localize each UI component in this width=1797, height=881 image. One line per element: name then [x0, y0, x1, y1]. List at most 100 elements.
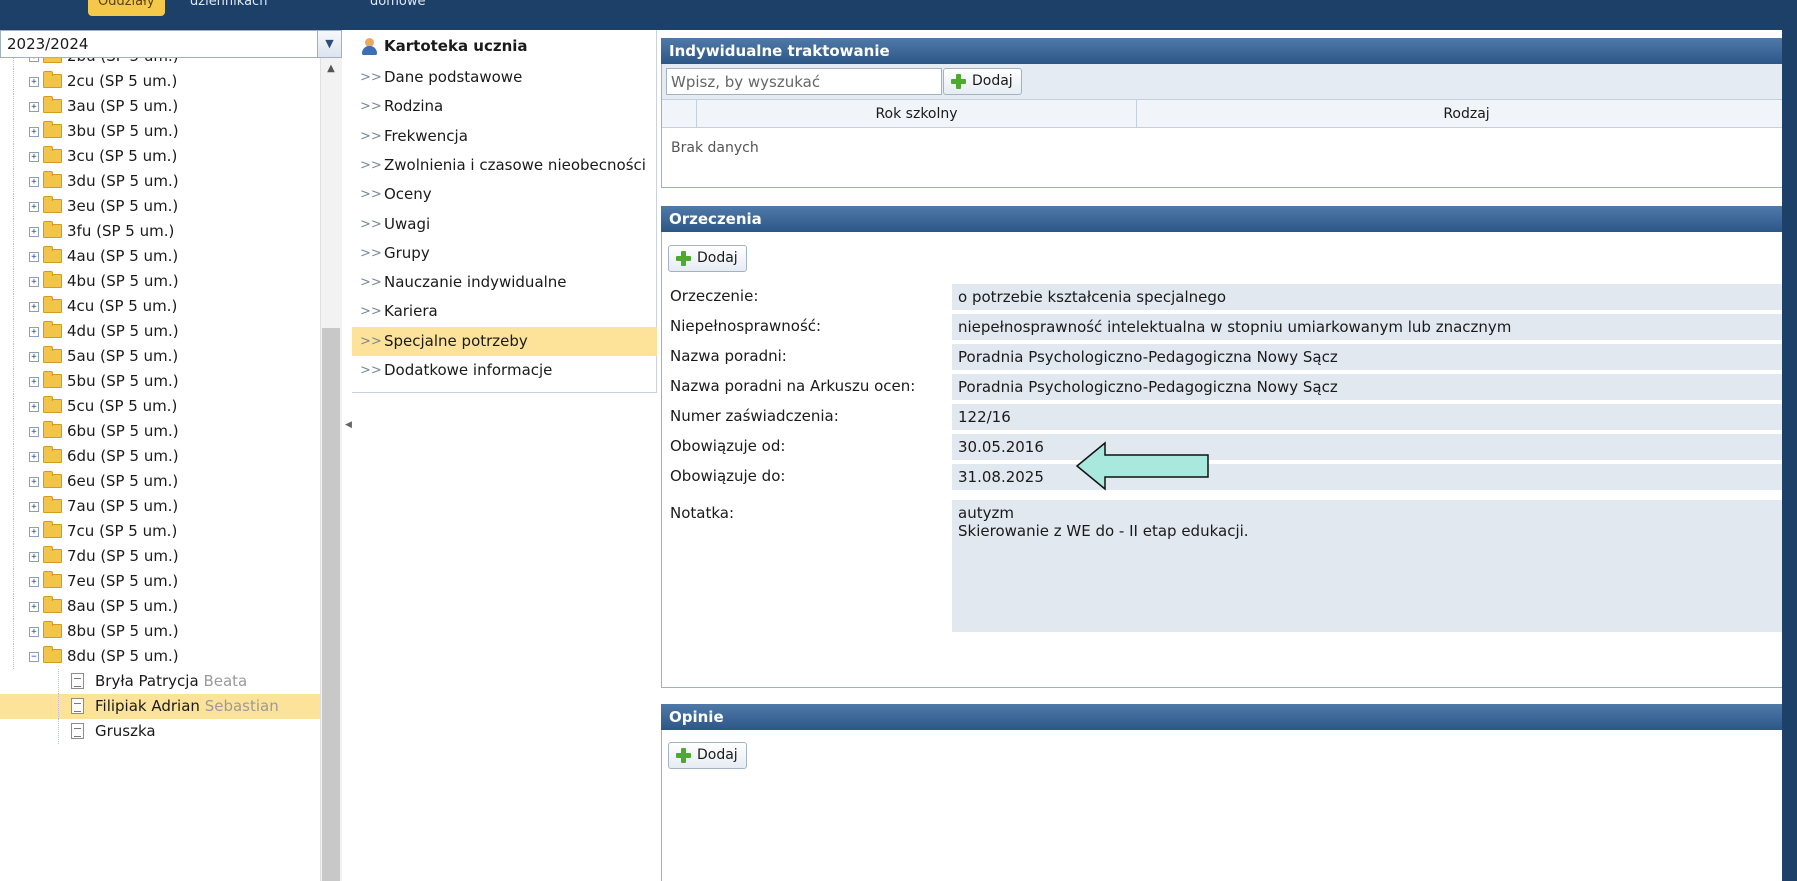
menu-item-10[interactable]: >> Dodatkowe informacje — [352, 356, 657, 385]
chevron-right-icon: >> — [360, 245, 382, 261]
tree-item-class[interactable]: +4du (SP 5 um.) — [0, 319, 320, 344]
tree-item-class[interactable]: +2cu (SP 5 um.) — [0, 69, 320, 94]
expand-icon[interactable]: + — [29, 177, 39, 187]
tree-item-class[interactable]: +3au (SP 5 um.) — [0, 94, 320, 119]
class-label: 8bu (SP 5 um.) — [67, 622, 179, 640]
tree-item-class[interactable]: +3eu (SP 5 um.) — [0, 194, 320, 219]
class-label: 3eu (SP 5 um.) — [67, 197, 179, 215]
tree-item-class[interactable]: +4bu (SP 5 um.) — [0, 269, 320, 294]
collapse-splitter-icon[interactable]: ◀ — [345, 418, 352, 432]
tree-line — [13, 394, 14, 419]
folder-icon — [43, 271, 62, 288]
expand-icon[interactable]: + — [29, 302, 39, 312]
menu-item-1[interactable]: >> Rodzina — [352, 92, 657, 121]
tree-scrollbar-thumb[interactable] — [322, 328, 340, 881]
tree-item-class[interactable]: +7cu (SP 5 um.) — [0, 519, 320, 544]
tree-line — [13, 344, 14, 369]
tree-item-class[interactable]: +2bu (SP 5 um.) — [0, 58, 320, 69]
add-individual-button[interactable]: Dodaj — [943, 68, 1022, 95]
tree-item-class[interactable]: +8au (SP 5 um.) — [0, 594, 320, 619]
tree-item-class[interactable]: +7du (SP 5 um.) — [0, 544, 320, 569]
menu-item-5[interactable]: >> Uwagi — [352, 210, 657, 239]
tab-domowe[interactable]: domowe — [360, 0, 435, 16]
add-opinia-button[interactable]: Dodaj — [668, 742, 747, 769]
expand-icon[interactable]: + — [29, 552, 39, 562]
tree-item-class[interactable]: +6eu (SP 5 um.) — [0, 469, 320, 494]
student-name: Bryła Patrycja Beata — [95, 669, 247, 694]
tree-item-class[interactable]: +7eu (SP 5 um.) — [0, 569, 320, 594]
expand-icon[interactable]: + — [29, 202, 39, 212]
tree-item-class[interactable]: +5cu (SP 5 um.) — [0, 394, 320, 419]
menu-item-9[interactable]: >> Specjalne potrzeby — [352, 326, 657, 356]
tree-line — [13, 494, 14, 519]
tree-item-student[interactable]: Bryła Patrycja Beata — [0, 669, 320, 694]
tree-item-class[interactable]: +6bu (SP 5 um.) — [0, 419, 320, 444]
menu-item-7[interactable]: >> Nauczanie indywidualne — [352, 268, 657, 297]
tree-item-class[interactable]: +8bu (SP 5 um.) — [0, 619, 320, 644]
tree-item-class[interactable]: +5bu (SP 5 um.) — [0, 369, 320, 394]
chevron-down-icon[interactable]: ▼ — [317, 31, 341, 57]
expand-icon[interactable]: + — [29, 277, 39, 287]
tab-oddzialy[interactable]: Oddziały — [88, 0, 165, 16]
menu-item-4[interactable]: >> Oceny — [352, 180, 657, 209]
menu-item-3[interactable]: >> Zwolnienia i czasowe nieobecności — [352, 151, 657, 180]
expand-icon[interactable]: + — [29, 152, 39, 162]
menu-item-0[interactable]: >> Dane podstawowe — [352, 63, 657, 92]
tree-line — [13, 569, 14, 594]
window-edge — [1782, 0, 1797, 881]
expand-icon[interactable]: + — [29, 77, 39, 87]
column-rodzaj[interactable]: Rodzaj — [1136, 100, 1796, 128]
school-year-select[interactable]: 2023/2024 ▼ — [0, 30, 342, 58]
expand-icon[interactable]: + — [29, 527, 39, 537]
expand-icon[interactable]: + — [29, 602, 39, 612]
expand-icon[interactable]: + — [29, 427, 39, 437]
tree-item-class[interactable]: +5au (SP 5 um.) — [0, 344, 320, 369]
expand-icon[interactable]: + — [29, 502, 39, 512]
collapse-icon[interactable]: − — [29, 652, 39, 662]
search-input[interactable] — [666, 68, 942, 95]
menu-item-label: Uwagi — [384, 214, 431, 233]
expand-icon[interactable]: + — [29, 127, 39, 137]
add-orzeczenie-button[interactable]: Dodaj — [668, 245, 747, 272]
tree-item-class[interactable]: +3du (SP 5 um.) — [0, 169, 320, 194]
expand-icon[interactable]: + — [29, 477, 39, 487]
tree-item-class[interactable]: − 8du (SP 5 um.) — [0, 644, 320, 669]
folder-icon — [43, 221, 62, 238]
tree-item-class[interactable]: +4cu (SP 5 um.) — [0, 294, 320, 319]
expand-icon[interactable]: + — [29, 377, 39, 387]
scroll-up-icon[interactable]: ▲ — [322, 62, 340, 76]
student-record-title: Kartoteka ucznia — [352, 30, 657, 62]
expand-icon[interactable]: + — [29, 102, 39, 112]
chevron-right-icon: >> — [360, 187, 382, 203]
tree-item-class[interactable]: +3bu (SP 5 um.) — [0, 119, 320, 144]
expand-icon[interactable]: + — [29, 402, 39, 412]
class-tree-panel: 2023/2024 ▼ +2bu (SP 5 um.)+2cu (SP 5 um… — [0, 30, 342, 881]
folder-icon — [43, 646, 62, 663]
tree-item-student[interactable]: Filipiak Adrian Sebastian — [0, 694, 320, 719]
tree-item-class[interactable]: +3fu (SP 5 um.) — [0, 219, 320, 244]
menu-item-label: Oceny — [384, 185, 432, 204]
tree-item-class[interactable]: +6du (SP 5 um.) — [0, 444, 320, 469]
expand-icon[interactable]: + — [29, 627, 39, 637]
folder-icon — [43, 446, 62, 463]
expand-icon[interactable]: + — [29, 327, 39, 337]
tree-item-class[interactable]: +3cu (SP 5 um.) — [0, 144, 320, 169]
menu-item-6[interactable]: >> Grupy — [352, 239, 657, 268]
student-second-name: Beata — [203, 672, 248, 690]
class-label: 4bu (SP 5 um.) — [67, 272, 179, 290]
tree-item-class[interactable]: +4au (SP 5 um.) — [0, 244, 320, 269]
expand-icon[interactable]: + — [29, 58, 39, 62]
expand-icon[interactable]: + — [29, 577, 39, 587]
tab-dziennikach[interactable]: dziennikach — [180, 0, 277, 16]
tree-line — [13, 319, 14, 344]
expand-icon[interactable]: + — [29, 452, 39, 462]
add-label: Dodaj — [697, 250, 738, 266]
tree-item-class[interactable]: +7au (SP 5 um.) — [0, 494, 320, 519]
expand-icon[interactable]: + — [29, 352, 39, 362]
menu-item-2[interactable]: >> Frekwencja — [352, 122, 657, 151]
expand-icon[interactable]: + — [29, 252, 39, 262]
tree-item-student[interactable]: Gruszka — [0, 719, 320, 744]
expand-icon[interactable]: + — [29, 227, 39, 237]
menu-item-8[interactable]: >> Kariera — [352, 297, 657, 326]
column-rok-szkolny[interactable]: Rok szkolny — [696, 100, 1136, 128]
